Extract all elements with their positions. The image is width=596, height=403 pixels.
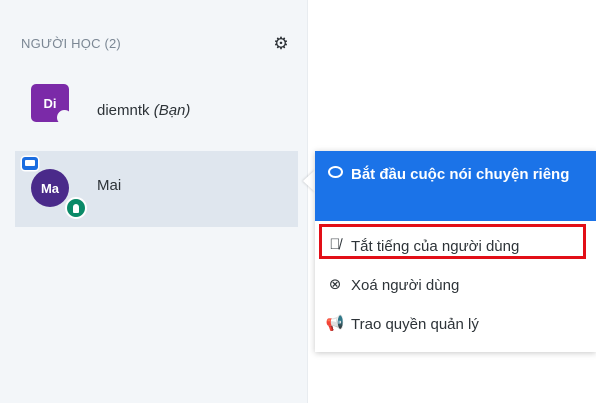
chat-bubble-icon [324, 165, 346, 185]
user-name-label: Mai [97, 177, 122, 194]
user-options-menu: Bắt đầu cuộc nói chuyện riêng 🎙̸ Tắt tiế… [315, 151, 596, 352]
megaphone-icon: 📢 [325, 315, 345, 332]
start-private-chat-item[interactable]: Bắt đầu cuộc nói chuyện riêng [315, 151, 596, 221]
mute-user-item[interactable]: 🎙̸ Tắt tiếng của người dùng [315, 230, 596, 262]
mute-microphone-icon: 🎙̸ [329, 236, 341, 253]
avatar: Di [31, 84, 72, 125]
user-name-label: diemntk (Bạn) [97, 102, 191, 119]
moderator-icon [65, 197, 87, 219]
gear-icon[interactable]: ⚙ [272, 35, 290, 53]
self-tag: (Bạn) [153, 102, 191, 119]
menu-pointer-arrow [303, 170, 315, 192]
user-list-item-diemntk[interactable]: Di diemntk (Bạn) [15, 72, 298, 148]
remove-circle-icon: ⊗ [328, 276, 342, 293]
user-list-panel: NGƯỜI HỌC (2) ⚙ Di diemntk (Bạn) Ma Mai [0, 0, 308, 403]
presenter-icon [22, 157, 38, 170]
participants-header: NGƯỜI HỌC (2) [21, 36, 121, 51]
avatar: Ma [31, 169, 69, 207]
user-list-item-mai[interactable]: Ma Mai [15, 151, 298, 227]
remove-user-item[interactable]: ⊗ Xoá người dùng [315, 269, 596, 301]
make-moderator-item[interactable]: 📢 Trao quyền quản lý [315, 308, 596, 340]
